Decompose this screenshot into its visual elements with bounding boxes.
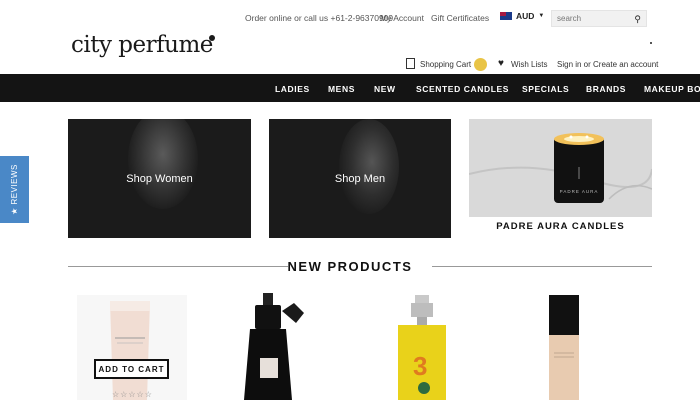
shop-women-banner[interactable]: Shop Women [68,119,251,238]
man-portrait-image [339,119,399,214]
new-products-heading: NEW PRODUCTS [287,259,413,274]
shopping-cart-link[interactable]: Shopping Cart [420,60,471,69]
heart-icon[interactable]: ♥ [498,58,504,70]
currency-label: AUD [516,11,535,21]
main-nav: LADIES MENS NEW SCENTED CANDLES SPECIALS… [0,74,700,102]
search-input[interactable] [552,14,630,23]
shop-women-label: Shop Women [126,173,193,185]
product-card[interactable] [75,293,205,400]
reviews-tab-label: ★ REVIEWS [10,164,20,215]
product-card[interactable] [230,293,360,400]
nav-item-ladies[interactable]: LADIES [275,84,310,94]
search-icon[interactable]: ⚲ [634,14,641,25]
svg-text:3: 3 [413,351,427,381]
reviews-tab[interactable]: ★ REVIEWS [0,156,29,223]
padre-aura-candles-label[interactable]: PADRE AURA CANDLES [469,221,652,232]
nav-item-makeup[interactable]: MAKEUP BO [644,84,700,94]
product-card[interactable] [530,293,660,400]
candle-image [469,119,652,217]
australia-flag-icon [500,12,512,20]
padre-aura-candles-banner[interactable]: PADRE AURA [469,119,652,217]
product-card[interactable]: 3 [380,293,510,400]
shopping-bag-icon[interactable] [406,58,415,69]
woman-portrait-image [128,119,198,209]
rating-stars: ☆☆☆☆☆ [112,390,153,399]
caret-down-icon: ▼ [538,13,545,19]
currency-selector[interactable]: AUD ▼ [500,11,544,21]
site-logo[interactable]: city perfume [71,32,213,58]
logo-dot [209,35,215,41]
my-account-link[interactable]: My Account [380,13,424,23]
product-image: 3 [398,295,446,400]
nav-item-specials[interactable]: SPECIALS [522,84,569,94]
shop-men-label: Shop Men [334,173,386,185]
shop-men-banner[interactable]: Shop Men [269,119,451,238]
product-image [77,295,187,400]
candle-jar-label: PADRE AURA [559,189,599,194]
nav-item-scented-candles[interactable]: SCENTED CANDLES [416,84,509,94]
decorative-dot [650,42,652,44]
gift-certificates-link[interactable]: Gift Certificates [431,13,489,23]
order-phone-text: Order online or call us +61-2-96370909 [245,13,394,23]
search-box: ⚲ [551,10,647,27]
sign-in-link[interactable]: Sign in or Create an account [557,60,658,69]
product-image [549,295,579,400]
nav-item-new[interactable]: NEW [374,84,396,94]
product-image [244,293,304,400]
nav-item-brands[interactable]: BRANDS [586,84,626,94]
utility-bar: Order online or call us +61-2-96370909 M… [0,10,700,27]
wish-lists-link[interactable]: Wish Lists [511,60,547,69]
add-to-cart-button[interactable]: ADD TO CART [94,359,169,379]
nav-item-mens[interactable]: MENS [328,84,355,94]
cart-count-badge[interactable] [474,58,487,71]
account-row: Shopping Cart ♥ Wish Lists Sign in or Cr… [0,58,700,72]
